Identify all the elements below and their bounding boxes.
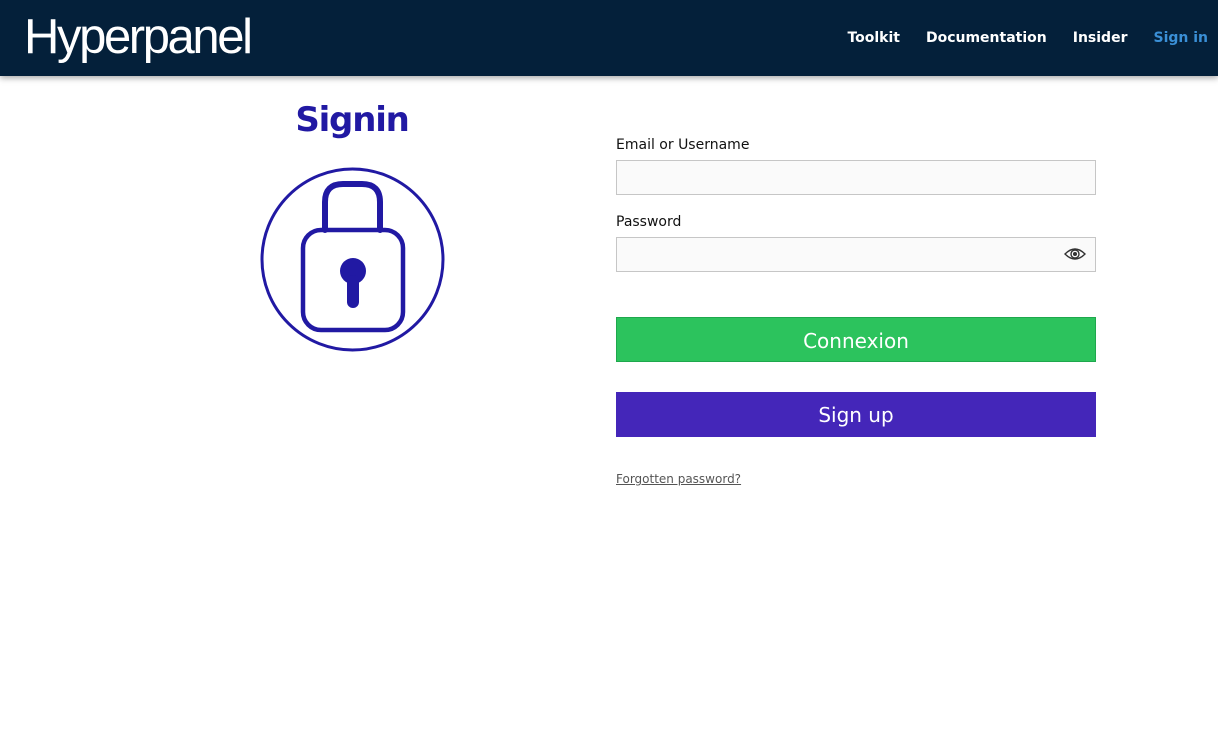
email-field[interactable]: [616, 160, 1096, 195]
password-field[interactable]: [616, 237, 1096, 272]
top-navbar: Hyperpanel Toolkit Documentation Insider…: [0, 0, 1218, 76]
page-title: Signin: [295, 100, 410, 140]
lock-icon: [260, 167, 445, 352]
password-field-wrap: [616, 237, 1096, 272]
connexion-button[interactable]: Connexion: [616, 317, 1096, 362]
nav-insider[interactable]: Insider: [1073, 30, 1128, 46]
password-label: Password: [616, 214, 682, 230]
nav-toolkit[interactable]: Toolkit: [847, 30, 900, 46]
email-label: Email or Username: [616, 137, 750, 153]
sign-up-button[interactable]: Sign up: [616, 392, 1096, 437]
nav-sign-in[interactable]: Sign in: [1153, 30, 1208, 46]
nav-documentation[interactable]: Documentation: [926, 30, 1047, 46]
eye-icon[interactable]: [1064, 246, 1086, 262]
main-nav: Toolkit Documentation Insider Sign in: [847, 0, 1208, 76]
forgot-password-link[interactable]: Forgotten password?: [616, 472, 741, 486]
brand-logo[interactable]: Hyperpanel: [24, 9, 253, 65]
